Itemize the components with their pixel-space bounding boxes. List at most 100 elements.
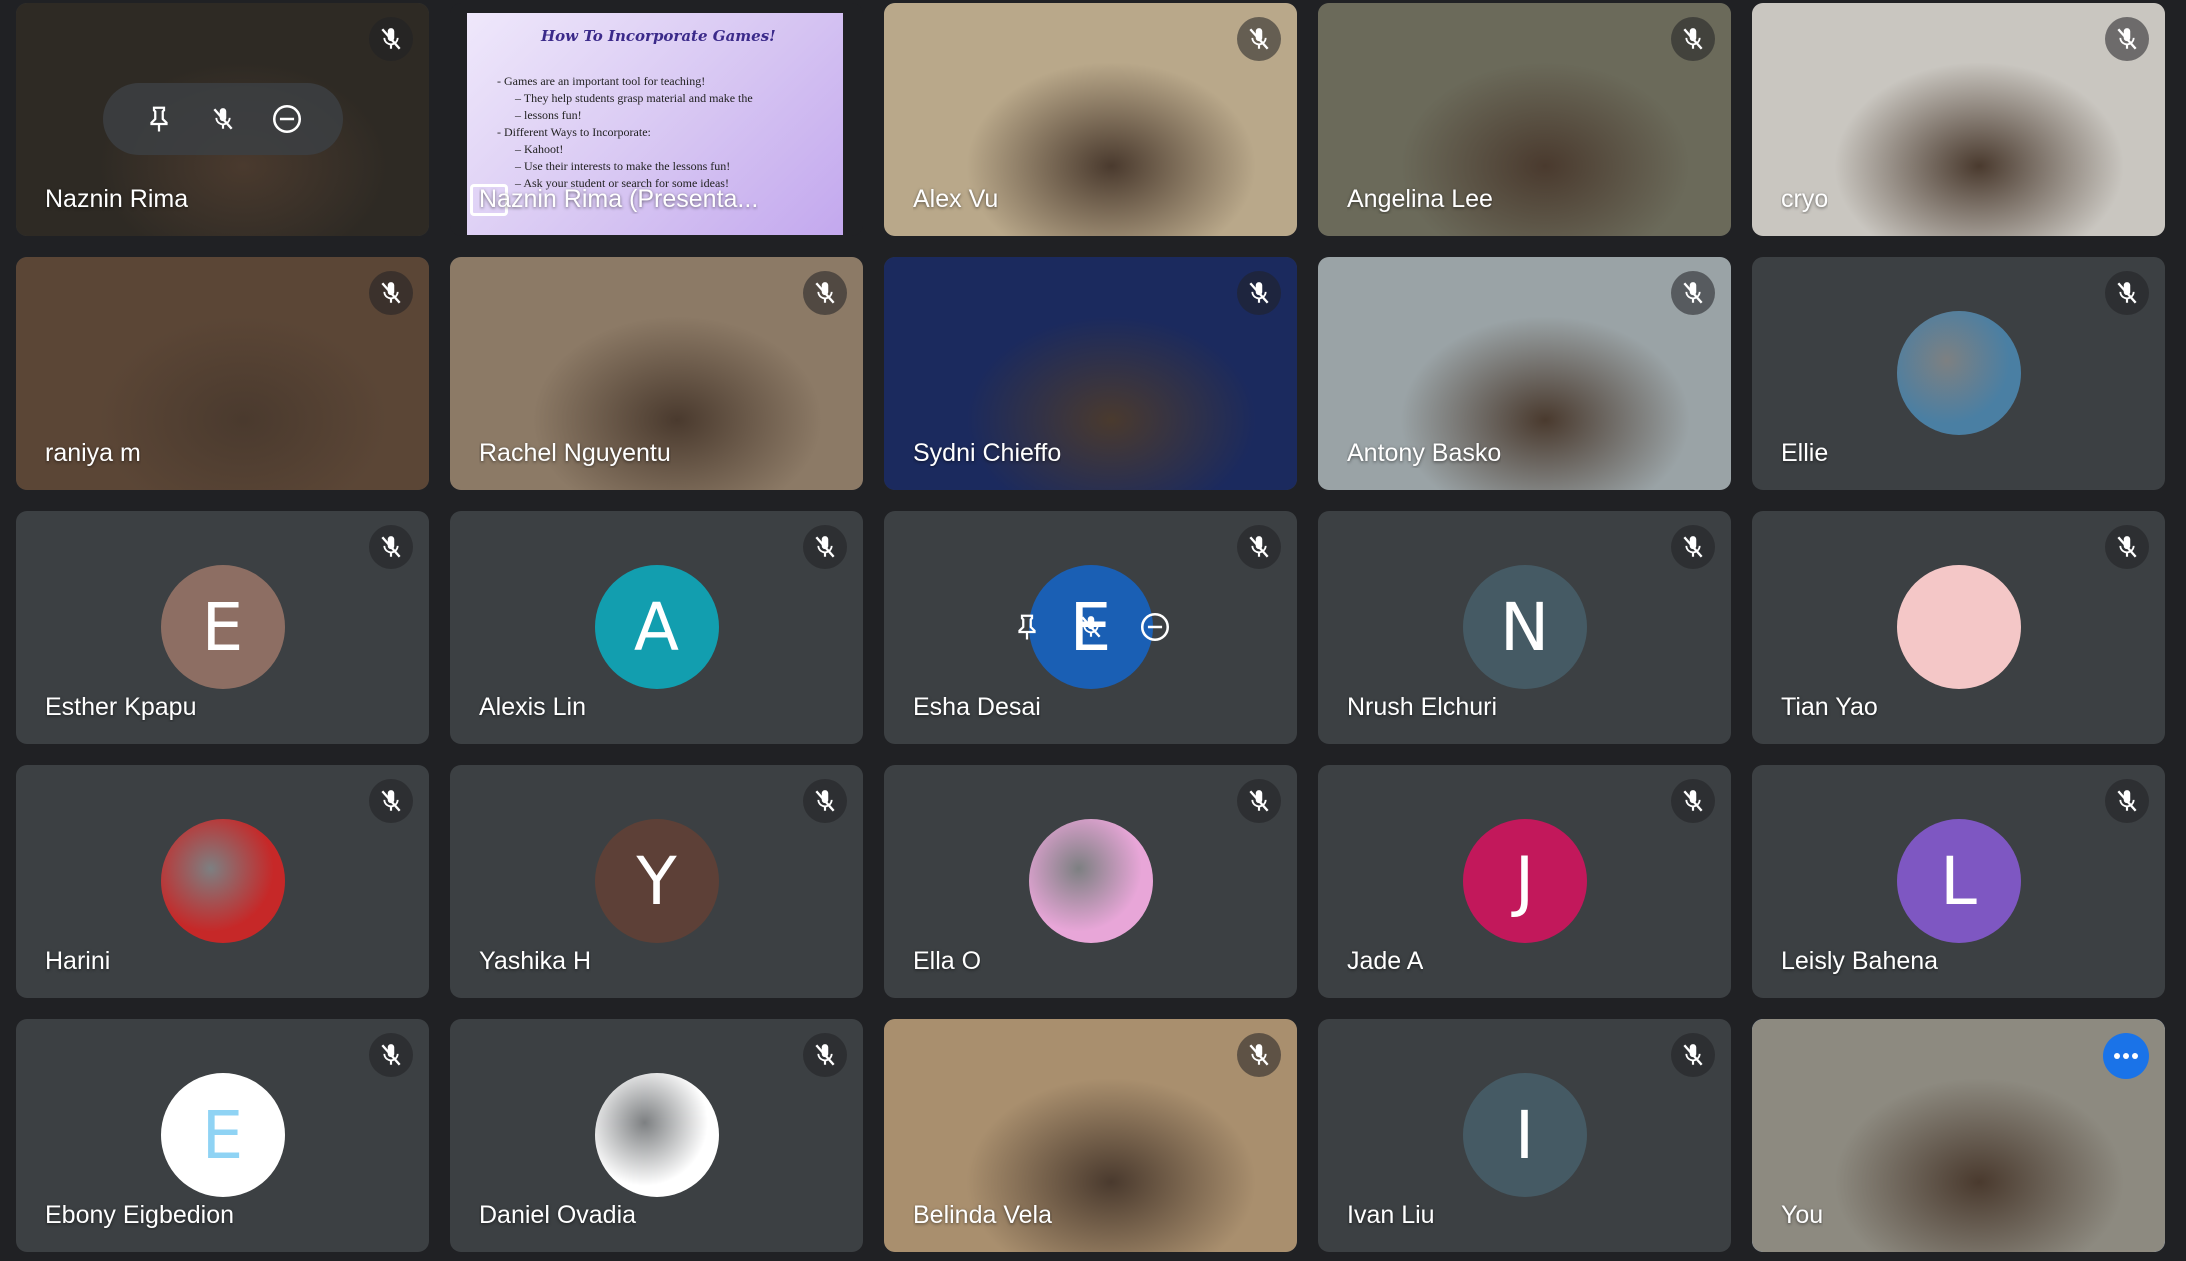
slide-title: How To Incorporate Games! (541, 27, 776, 45)
more-dots-icon (2114, 1053, 2138, 1059)
participant-name: Belinda Vela (913, 1201, 1053, 1229)
participant-name: Rachel Nguyentu (479, 439, 671, 467)
avatar: N (1462, 565, 1587, 689)
mic-off-icon (803, 525, 847, 569)
participant-name: Ebony Eigbedion (45, 1201, 235, 1229)
participant-tile[interactable]: Sydni Chieffo (884, 257, 1297, 490)
slide-bullet: - Games are an important tool for teachi… (497, 74, 706, 88)
slide-bullet: – Use their interests to make the lesson… (515, 159, 731, 173)
avatar: E (160, 1073, 285, 1197)
participant-tile[interactable]: J Jade A (1318, 765, 1731, 998)
mic-off-icon (1671, 271, 1715, 315)
slide-bullet: - Different Ways to Incorporate: (497, 125, 651, 139)
mic-off-icon (803, 271, 847, 315)
pin-icon[interactable] (1007, 607, 1047, 647)
participant-tile[interactable]: Ella O (884, 765, 1297, 998)
mic-off-icon (1671, 525, 1715, 569)
participant-tile[interactable]: A Alexis Lin (450, 511, 863, 744)
participant-tile[interactable]: L Leisly Bahena (1752, 765, 2165, 998)
slide-bullet: – lessons fun! (515, 108, 582, 122)
participant-name: Ellie (1781, 439, 1829, 467)
mic-off-icon (1237, 779, 1281, 823)
participant-name: Sydni Chieffo (913, 439, 1062, 467)
participant-tile[interactable]: Harini (16, 765, 429, 998)
remove-participant-icon[interactable] (1135, 607, 1175, 647)
participant-name: Leisly Bahena (1781, 947, 1939, 975)
participant-tile[interactable]: Angelina Lee (1318, 3, 1731, 236)
participant-name: Ella O (913, 947, 982, 975)
participant-tile[interactable]: Tian Yao (1752, 511, 2165, 744)
participant-name: Esha Desai (913, 693, 1041, 721)
more-options-button[interactable] (2103, 1033, 2149, 1079)
avatar (594, 1073, 719, 1197)
mute-participant-icon[interactable] (203, 99, 243, 139)
participant-name: cryo (1781, 185, 1829, 213)
participant-tile[interactable]: Rachel Nguyentu (450, 257, 863, 490)
participant-name: Alexis Lin (479, 693, 586, 721)
participant-tile[interactable]: cryo (1752, 3, 2165, 236)
participant-name: You (1781, 1201, 1824, 1229)
participant-tile[interactable]: raniya m (16, 257, 429, 490)
participant-tile[interactable]: E Esther Kpapu (16, 511, 429, 744)
participant-tile[interactable]: Daniel Ovadia (450, 1019, 863, 1252)
participant-name: Naznin Rima (45, 185, 189, 213)
mic-off-icon (2105, 779, 2149, 823)
participant-name: Antony Basko (1347, 439, 1502, 467)
participant-tile[interactable]: How To Incorporate Games! - Games are an … (450, 3, 863, 236)
mic-off-icon (2105, 17, 2149, 61)
participant-tile[interactable]: N Nrush Elchuri (1318, 511, 1731, 744)
mic-off-icon (803, 1033, 847, 1077)
mic-off-icon (1671, 17, 1715, 61)
avatar: J (1462, 819, 1587, 943)
avatar (1028, 819, 1153, 943)
mic-off-icon (1237, 271, 1281, 315)
participant-name: Jade A (1347, 947, 1424, 975)
pin-icon[interactable] (139, 99, 179, 139)
participant-name: Yashika H (479, 947, 592, 975)
participant-name: Nrush Elchuri (1347, 693, 1498, 721)
remove-participant-icon[interactable] (267, 99, 307, 139)
mic-off-icon (1237, 17, 1281, 61)
avatar: I (1462, 1073, 1587, 1197)
slide-bullet: – They help students grasp material and … (515, 91, 753, 105)
participant-tile[interactable]: Antony Basko (1318, 257, 1731, 490)
participant-name: Harini (45, 947, 111, 975)
mic-off-icon (803, 779, 847, 823)
mic-off-icon (369, 271, 413, 315)
avatar (1896, 565, 2021, 689)
avatar: L (1896, 819, 2021, 943)
participant-tile[interactable]: E Ebony Eigbedion (16, 1019, 429, 1252)
tile-hover-controls (971, 591, 1211, 663)
mic-off-icon (369, 779, 413, 823)
mic-off-icon (369, 17, 413, 61)
participant-tile[interactable]: I Ivan Liu (1318, 1019, 1731, 1252)
mic-off-icon (2105, 271, 2149, 315)
participant-name: Daniel Ovadia (479, 1201, 637, 1229)
participant-name: Ivan Liu (1347, 1201, 1435, 1229)
participant-name: Angelina Lee (1347, 185, 1493, 213)
participant-name: raniya m (45, 439, 141, 467)
avatar: A (594, 565, 719, 689)
participant-tile[interactable]: Alex Vu (884, 3, 1297, 236)
avatar: E (160, 565, 285, 689)
mic-off-icon (2105, 525, 2149, 569)
participant-tile[interactable]: Naznin Rima (16, 3, 429, 236)
participant-name: Esther Kpapu (45, 693, 197, 721)
tile-hover-controls (102, 83, 343, 155)
participant-tile[interactable]: Y Yashika H (450, 765, 863, 998)
avatar (1896, 311, 2021, 435)
participant-tile[interactable]: EEsha Desai (884, 511, 1297, 744)
slide-bullet: – Kahoot! (515, 142, 564, 156)
mic-off-icon (369, 1033, 413, 1077)
slide-bullets: - Games are an important tool for teachi… (497, 73, 753, 192)
participant-tile[interactable]: Belinda Vela (884, 1019, 1297, 1252)
avatar: Y (594, 819, 719, 943)
mic-off-icon (1671, 779, 1715, 823)
participant-tile[interactable]: You (1752, 1019, 2165, 1252)
participant-tile[interactable]: Ellie (1752, 257, 2165, 490)
mic-off-icon (1237, 525, 1281, 569)
participant-name: Alex Vu (913, 185, 999, 213)
mute-participant-icon[interactable] (1071, 607, 1111, 647)
mic-off-icon (369, 525, 413, 569)
participant-name: Tian Yao (1781, 693, 1878, 721)
